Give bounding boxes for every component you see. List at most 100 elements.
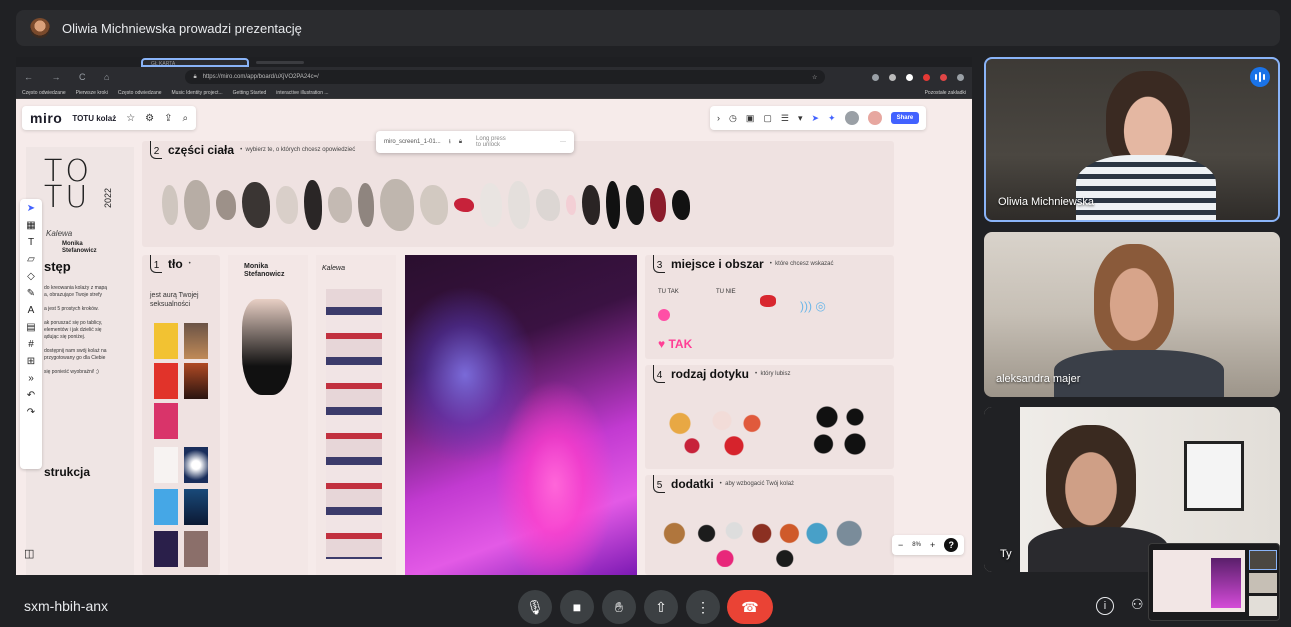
people-icon[interactable]: ⚇ xyxy=(1131,596,1144,613)
menu-icon[interactable] xyxy=(957,73,964,81)
extras-stickers[interactable] xyxy=(656,511,886,567)
touch-symbols[interactable]: ))) ◎ xyxy=(800,299,826,313)
bookmark-other[interactable]: Pozostałe zakładki xyxy=(925,90,966,96)
share-button[interactable]: Share xyxy=(890,112,920,124)
lips-image[interactable] xyxy=(454,198,474,212)
body-part-image[interactable] xyxy=(606,181,620,229)
search-icon[interactable]: ⌕ xyxy=(183,113,189,124)
board-name[interactable]: TOTU kolaż xyxy=(72,114,116,123)
comments-icon[interactable]: ▢ xyxy=(763,113,772,124)
body-part-image[interactable] xyxy=(480,183,502,227)
body-part-image[interactable] xyxy=(380,179,414,231)
hangup-button[interactable]: ☎︎ xyxy=(727,590,773,624)
body-part-image[interactable] xyxy=(536,189,560,221)
bookmark-item[interactable]: Często odwiedzane xyxy=(22,90,66,96)
miro-board[interactable]: TO TU 2022 Kalewa Monika Stefanowicz stęp … xyxy=(16,99,972,575)
padlock-icon[interactable]: 🔒︎ xyxy=(459,139,462,146)
select-tool-icon[interactable]: ➤ xyxy=(27,203,35,214)
bookmark-item[interactable]: Pierwsze kroki xyxy=(76,90,108,96)
font-tool-icon[interactable]: A xyxy=(28,305,35,316)
stickers-strip[interactable] xyxy=(326,289,382,559)
camera-button[interactable]: ■ xyxy=(560,590,594,624)
timer-icon[interactable]: ◷ xyxy=(729,113,737,124)
avatar[interactable] xyxy=(844,111,859,125)
body-part-image[interactable] xyxy=(276,186,298,224)
bookmark-item[interactable]: Często odwiedzane xyxy=(118,90,162,96)
body-part-image[interactable] xyxy=(162,185,178,225)
export-icon[interactable]: ⇪ xyxy=(164,113,172,124)
settings-icon[interactable]: ⚙ xyxy=(145,113,154,124)
swatch-white[interactable] xyxy=(154,447,178,483)
chevron-icon[interactable]: › xyxy=(717,113,720,123)
body-part-image[interactable] xyxy=(626,185,644,225)
notes-icon[interactable]: ☰ xyxy=(781,113,789,124)
pink-dot[interactable] xyxy=(658,309,670,321)
participant-tile[interactable]: aleksandra majer xyxy=(984,232,1280,397)
present-button[interactable]: ⇧ xyxy=(644,590,678,624)
shape-tool-icon[interactable]: ◇ xyxy=(27,271,35,282)
figure-illustration[interactable] xyxy=(242,299,292,395)
body-part-image[interactable] xyxy=(216,190,236,220)
undo-icon[interactable]: ↶ xyxy=(27,390,35,401)
body-part-image[interactable] xyxy=(508,181,530,229)
reactions-icon[interactable]: ✦ xyxy=(828,113,836,124)
body-part-image[interactable] xyxy=(582,185,600,225)
help-icon[interactable]: ? xyxy=(944,538,959,552)
nav-buttons-icon[interactable]: ← → C ⌂ xyxy=(24,72,117,82)
swatch-blue[interactable] xyxy=(154,489,178,525)
body-part-image[interactable] xyxy=(650,188,666,222)
extension-icon[interactable] xyxy=(906,73,913,81)
comment-tool-icon[interactable]: ▤ xyxy=(26,322,35,333)
swatch-pink[interactable] xyxy=(154,403,178,439)
shield-icon[interactable] xyxy=(872,73,879,81)
body-part-image[interactable] xyxy=(242,182,270,228)
more-tools-icon[interactable]: » xyxy=(28,373,34,384)
frames-icon[interactable]: ▣ xyxy=(746,113,755,124)
swatch-sunset[interactable] xyxy=(184,363,208,399)
swatch-photo2[interactable] xyxy=(184,531,208,567)
browser-tab-inactive[interactable] xyxy=(256,61,304,64)
redo-icon[interactable]: ↷ xyxy=(27,407,35,418)
swatch-photo[interactable] xyxy=(184,323,208,359)
library-icon[interactable] xyxy=(889,73,896,81)
body-part-image[interactable] xyxy=(328,187,352,223)
extension-red-icon[interactable] xyxy=(923,73,930,81)
bookmark-star-icon[interactable]: ☆ xyxy=(812,74,817,81)
sticky-tool-icon[interactable]: ▱ xyxy=(27,254,35,265)
tool-stickers[interactable] xyxy=(806,399,876,459)
body-part-image[interactable] xyxy=(358,183,374,227)
info-icon[interactable]: i xyxy=(1096,597,1114,615)
panel-toggle-icon[interactable]: ◫ xyxy=(24,547,34,560)
more-dots-icon[interactable]: ··· xyxy=(560,139,566,145)
touch-stickers[interactable] xyxy=(656,401,776,457)
browser-tab[interactable]: GŁ KARTA xyxy=(141,58,249,67)
zoom-in-icon[interactable]: + xyxy=(930,540,935,550)
star-icon[interactable]: ☆ xyxy=(126,113,135,124)
address-bar[interactable]: 🔒︎ https://miro.com/app/board/uXjVO2PA24… xyxy=(185,70,826,84)
avatar[interactable] xyxy=(867,111,882,125)
cursor-icon[interactable]: ➤ xyxy=(812,113,820,124)
upload-tool-icon[interactable]: ⊞ xyxy=(27,356,35,367)
frame-tool-icon[interactable]: # xyxy=(28,339,34,350)
zoom-out-icon[interactable]: − xyxy=(898,540,903,550)
aura-gradient-image[interactable] xyxy=(405,255,637,575)
template-tool-icon[interactable]: ▦ xyxy=(26,220,35,231)
extension-red2-icon[interactable] xyxy=(940,73,947,81)
body-part-image[interactable] xyxy=(420,185,448,225)
bookmark-item[interactable]: interactive illustration ... xyxy=(276,90,328,96)
more-icon[interactable]: ▾ xyxy=(798,113,803,124)
miro-logo[interactable]: miro xyxy=(30,110,62,126)
bookmark-item[interactable]: Getting Started xyxy=(233,90,267,96)
swatch-bokeh[interactable] xyxy=(184,489,208,525)
more-options-button[interactable]: ⋮ xyxy=(686,590,720,624)
participant-tile[interactable]: Oliwia Michniewska xyxy=(984,57,1280,222)
body-part-image[interactable] xyxy=(304,180,322,230)
raise-hand-button[interactable]: ✋︎ xyxy=(602,590,636,624)
download-icon[interactable]: ⭳ xyxy=(449,137,451,147)
self-preview-thumbnail[interactable] xyxy=(1148,543,1280,621)
pen-tool-icon[interactable]: ✎ xyxy=(27,288,35,299)
swatch-light[interactable] xyxy=(184,447,208,483)
swatch-night[interactable] xyxy=(154,531,178,567)
body-part-image[interactable] xyxy=(566,195,576,215)
mic-button[interactable]: 🎙︎ xyxy=(518,590,552,624)
